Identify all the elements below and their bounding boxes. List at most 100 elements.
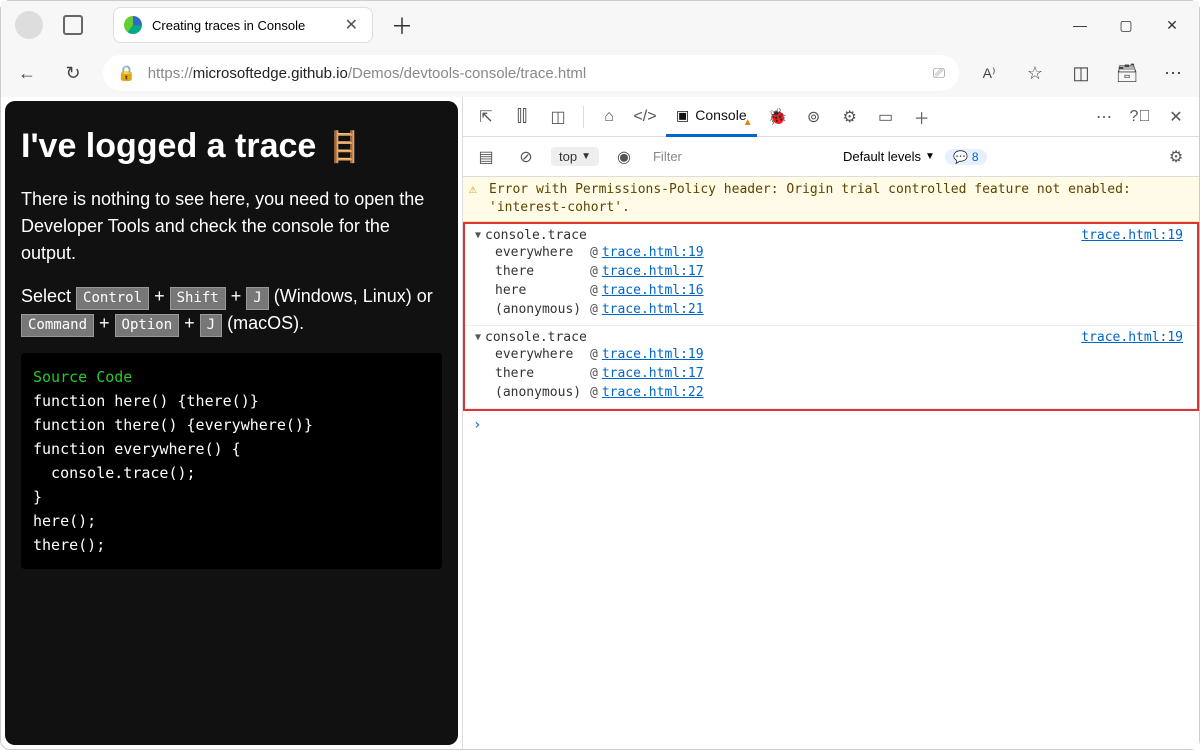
caret-down-icon: ▼ <box>581 151 591 162</box>
trace-source-link[interactable]: trace.html:19 <box>1081 330 1183 345</box>
frame-source-link[interactable]: trace.html:17 <box>602 264 704 279</box>
url-path: /Demos/devtools-console/trace.html <box>348 65 586 82</box>
para2-text-a: Select <box>21 286 76 306</box>
console-warning-row: Error with Permissions-Policy header: Or… <box>463 177 1199 222</box>
help-icon[interactable]: ?⃝ <box>1125 102 1155 132</box>
plus-1: + <box>154 286 170 306</box>
log-levels-selector[interactable]: Default levels ▼ <box>843 149 935 164</box>
kebab-icon[interactable]: ⋯ <box>1089 102 1119 132</box>
frame-source-link[interactable]: trace.html:19 <box>602 245 704 260</box>
source-code-label: Source Code <box>33 365 430 389</box>
page-heading: I've logged a trace 🪜 <box>21 127 442 166</box>
performance-tab-icon[interactable]: ⚙ <box>835 102 865 132</box>
welcome-tab-icon[interactable]: ⌂ <box>594 102 624 132</box>
tab-title: Creating traces in Console <box>152 18 341 33</box>
frame-source-link[interactable]: trace.html:16 <box>602 283 704 298</box>
chat-icon: 💬 <box>953 150 968 164</box>
browser-titlebar: Creating traces in Console ✕ ＋ ― ▢ ✕ <box>1 1 1199 49</box>
close-window-button[interactable]: ✕ <box>1149 5 1195 45</box>
plus-4: + <box>184 313 200 333</box>
elements-tab-icon[interactable]: </> <box>630 102 660 132</box>
plus-3: + <box>99 313 115 333</box>
trace-header[interactable]: ▼console.tracetrace.html:19 <box>475 330 1197 345</box>
more-icon[interactable]: ⋯ <box>1157 57 1189 89</box>
application-tab-icon[interactable]: ▭ <box>871 102 901 132</box>
stack-frame-row: (anonymous)@trace.html:22 <box>475 383 1197 402</box>
kbd-j-1: J <box>246 287 268 310</box>
trace-label: console.trace <box>485 330 587 345</box>
profile-avatar[interactable] <box>15 11 43 39</box>
demo-page: I've logged a trace 🪜 There is nothing t… <box>5 101 458 745</box>
frame-source-link[interactable]: trace.html:21 <box>602 302 704 317</box>
issues-badge[interactable]: 💬 8 <box>945 149 987 165</box>
workspaces-icon[interactable] <box>63 15 83 35</box>
frame-at: @ <box>590 347 598 362</box>
url-host: microsoftedge.github.io <box>193 65 348 82</box>
caret-down-icon: ▼ <box>925 151 935 162</box>
url-field[interactable]: 🔒 https:// microsoftedge.github.io /Demo… <box>103 55 959 91</box>
frame-source-link[interactable]: trace.html:19 <box>602 347 704 362</box>
sources-tab-icon[interactable]: 🐞 <box>763 102 793 132</box>
split-screen-icon[interactable]: ◫ <box>1065 57 1097 89</box>
kbd-j-2: J <box>200 314 222 337</box>
new-tab-button[interactable]: ＋ <box>391 9 413 41</box>
console-icon: ▣ <box>676 107 689 124</box>
frame-at: @ <box>590 245 598 260</box>
clear-console-icon[interactable]: ⊘ <box>511 142 541 172</box>
devtools-tabbar: ⇱ ⫿⫿ ◫ ⌂ </> ▣ Console ▲ 🐞 ⊚ ⚙ ▭ ＋ ⋯ ?⃝ … <box>463 97 1199 137</box>
maximize-button[interactable]: ▢ <box>1103 5 1149 45</box>
console-output: Error with Permissions-Policy header: Or… <box>463 177 1199 749</box>
app-mode-icon[interactable]: ⎚ <box>933 65 945 82</box>
para2-text-c: (macOS). <box>227 313 304 333</box>
frame-function: (anonymous) <box>495 385 590 400</box>
stack-frame-row: there@trace.html:17 <box>475 262 1197 281</box>
console-tab[interactable]: ▣ Console ▲ <box>666 97 757 137</box>
collections-icon[interactable]: 🗃 <box>1111 57 1143 89</box>
minimize-button[interactable]: ― <box>1057 5 1103 45</box>
stack-frame-row: everywhere@ trace.html:19 <box>475 345 1197 364</box>
dock-icon[interactable]: ◫ <box>543 102 573 132</box>
lock-icon: 🔒 <box>117 64 136 82</box>
more-tabs-icon[interactable]: ＋ <box>907 102 937 132</box>
stack-frame-row: everywhere@ trace.html:19 <box>475 243 1197 262</box>
page-paragraph-2: Select Control + Shift + J (Windows, Lin… <box>21 283 442 337</box>
console-toolbar: ▤ ⊘ top ▼ ◉ Default levels ▼ 💬 8 ⚙ <box>463 137 1199 177</box>
favorite-icon[interactable]: ☆ <box>1019 57 1051 89</box>
console-settings-icon[interactable]: ⚙ <box>1161 142 1191 172</box>
read-aloud-icon[interactable]: A⁾ <box>973 57 1005 89</box>
frame-function: everywhere <box>495 245 590 260</box>
trace-label: console.trace <box>485 228 587 243</box>
main-area: I've logged a trace 🪜 There is nothing t… <box>1 97 1199 749</box>
trace-group: ▼console.tracetrace.html:19everywhere@tr… <box>465 326 1197 409</box>
frame-source-link[interactable]: trace.html:22 <box>602 385 704 400</box>
sidebar-toggle-icon[interactable]: ▤ <box>471 142 501 172</box>
kbd-control: Control <box>76 287 149 310</box>
context-label: top <box>559 149 577 164</box>
back-button[interactable]: ← <box>11 57 43 89</box>
stack-frame-row: there@trace.html:17 <box>475 364 1197 383</box>
kbd-command: Command <box>21 314 94 337</box>
live-expression-icon[interactable]: ◉ <box>609 142 639 172</box>
highlighted-trace-region: ▼console.tracetrace.html:19everywhere@tr… <box>463 222 1199 411</box>
frame-function: there <box>495 264 590 279</box>
network-tab-icon[interactable]: ⊚ <box>799 102 829 132</box>
filter-input[interactable] <box>649 145 833 169</box>
close-tab-icon[interactable]: ✕ <box>341 15 362 35</box>
context-selector[interactable]: top ▼ <box>551 147 599 166</box>
frame-function: everywhere <box>495 347 590 362</box>
inspect-icon[interactable]: ⇱ <box>471 102 501 132</box>
frame-source-link[interactable]: trace.html:17 <box>602 366 704 381</box>
para2-text-b: (Windows, Linux) or <box>274 286 433 306</box>
url-scheme: https:// <box>148 65 193 82</box>
ladder-icon: 🪜 <box>326 131 363 164</box>
close-devtools-icon[interactable]: ✕ <box>1161 102 1191 132</box>
browser-tab[interactable]: Creating traces in Console ✕ <box>113 7 373 43</box>
device-icon[interactable]: ⫿⫿ <box>507 102 537 132</box>
console-prompt[interactable]: › <box>463 411 1199 439</box>
refresh-button[interactable]: ↻ <box>57 57 89 89</box>
frame-at: @ <box>590 302 598 317</box>
trace-source-link[interactable]: trace.html:19 <box>1081 228 1183 243</box>
trace-header[interactable]: ▼console.tracetrace.html:19 <box>475 228 1197 243</box>
frame-function: there <box>495 366 590 381</box>
frame-at: @ <box>590 283 598 298</box>
